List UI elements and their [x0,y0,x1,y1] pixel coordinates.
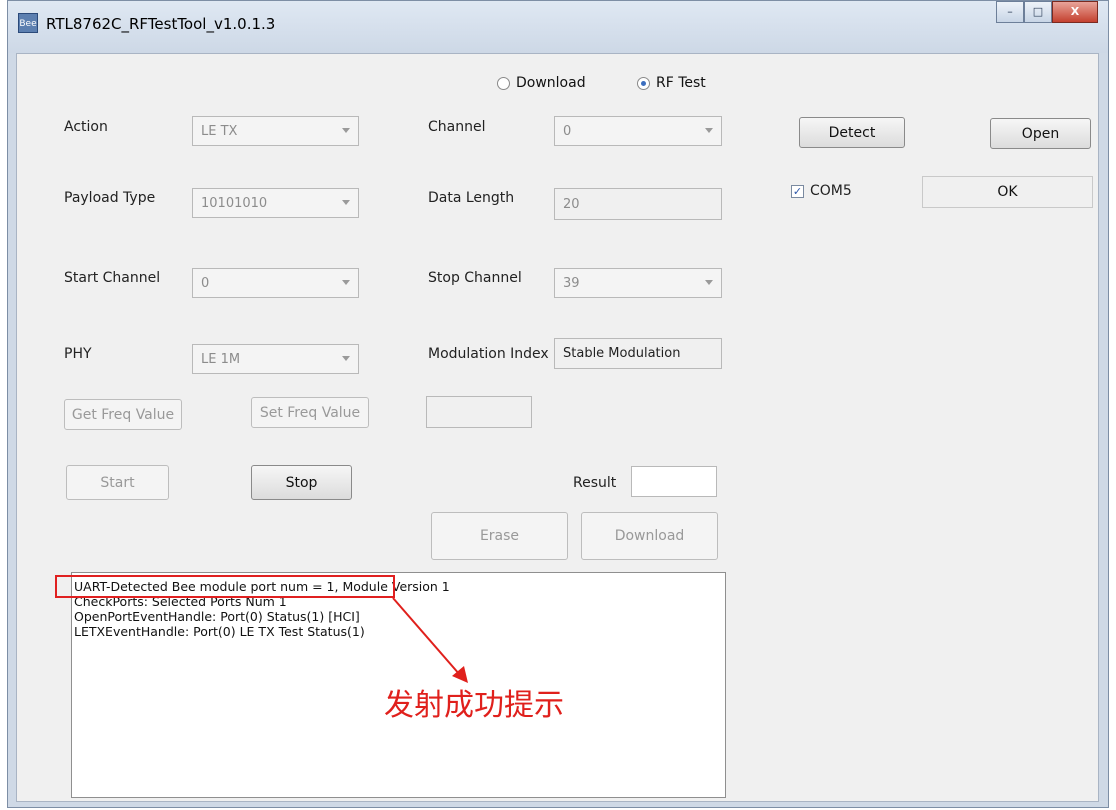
annotation-text: 发射成功提示 [384,688,564,723]
